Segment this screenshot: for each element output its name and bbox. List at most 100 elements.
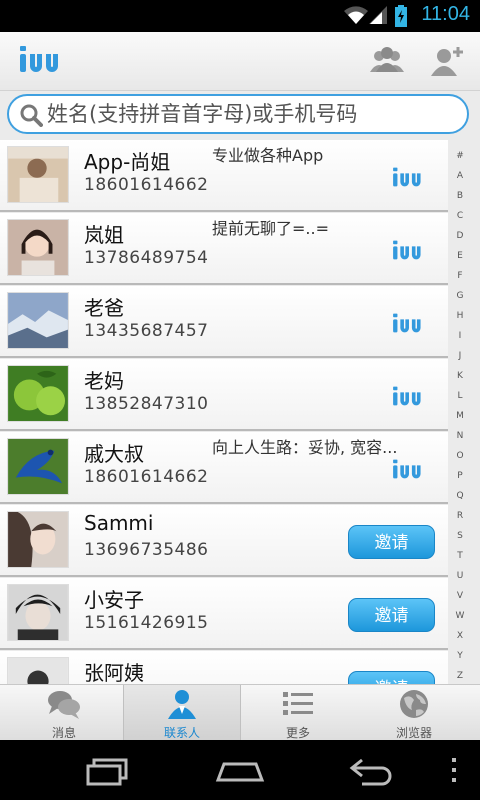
contact-row[interactable]: 小安子 15161426915 邀请 <box>0 578 448 650</box>
tab-label: 消息 <box>51 726 76 740</box>
index-letter[interactable]: B <box>450 191 470 201</box>
tab-more[interactable]: 更多 <box>240 685 356 740</box>
contact-name: 小安子 <box>84 588 144 612</box>
index-letter[interactable]: Q <box>450 491 470 501</box>
contact-row[interactable]: 老爸 13435687457 <box>0 286 448 358</box>
contact-row[interactable]: 老妈 13852847310 <box>0 359 448 431</box>
globe-icon <box>400 690 428 718</box>
iuu-user-icon <box>393 240 421 260</box>
invite-button[interactable]: 邀请 <box>348 525 435 559</box>
avatar <box>7 511 69 568</box>
index-letter[interactable]: Z <box>450 671 470 681</box>
invite-button[interactable]: 邀请 <box>348 671 435 684</box>
avatar <box>7 292 69 349</box>
index-letter[interactable]: Y <box>450 651 470 661</box>
overflow-menu-icon[interactable] <box>448 754 460 786</box>
index-letter[interactable]: W <box>450 611 470 621</box>
contact-phone: 18601614662 <box>84 467 209 487</box>
index-letter[interactable]: # <box>450 151 470 161</box>
index-letter[interactable]: D <box>450 231 470 241</box>
contact-name: 老爸 <box>84 296 124 320</box>
index-letter[interactable]: A <box>450 171 470 181</box>
avatar <box>7 219 69 276</box>
tab-label: 更多 <box>285 726 310 740</box>
index-letter[interactable]: V <box>450 591 470 601</box>
index-letter[interactable]: E <box>450 251 470 261</box>
contact-row[interactable]: Sammi 13696735486 邀请 <box>0 505 448 577</box>
contact-name: 张阿姨 <box>84 661 144 684</box>
back-icon[interactable] <box>348 754 398 786</box>
contact-phone: 18601614662 <box>84 175 209 195</box>
search-bar <box>7 94 469 134</box>
tab-contacts[interactable]: 联系人 <box>123 685 241 740</box>
contact-name: 岚姐 <box>84 223 124 247</box>
tab-messages[interactable]: 消息 <box>6 685 122 740</box>
tab-browser[interactable]: 浏览器 <box>356 685 472 740</box>
app-header <box>0 32 480 91</box>
index-letter[interactable]: U <box>450 571 470 581</box>
contact-status: 提前无聊了=..= <box>212 219 329 238</box>
index-letter[interactable]: P <box>450 471 470 481</box>
tab-label: 浏览器 <box>395 726 432 740</box>
contact-name: App-尚姐 <box>84 150 171 174</box>
home-icon[interactable] <box>214 754 266 786</box>
contact-row[interactable]: 戚大叔 18601614662 向上人生路：妥协, 宽容... <box>0 432 448 504</box>
index-letter[interactable]: N <box>450 431 470 441</box>
avatar <box>7 584 69 641</box>
invite-button[interactable]: 邀请 <box>348 598 435 632</box>
index-letter[interactable]: H <box>450 311 470 321</box>
avatar <box>7 365 69 422</box>
contact-phone: 13852847310 <box>84 394 209 414</box>
contact-phone: 13696735486 <box>84 540 209 560</box>
tab-label: 联系人 <box>163 726 200 740</box>
signal-icon <box>369 6 387 24</box>
add-contact-icon[interactable] <box>428 40 468 80</box>
system-nav-bar <box>0 740 480 800</box>
iuu-logo <box>20 46 58 72</box>
iuu-user-icon <box>393 313 421 333</box>
index-letter[interactable]: G <box>450 291 470 301</box>
alphabet-index[interactable]: # A B C D E F G H I J K L M N O P Q R S … <box>450 146 470 686</box>
chat-bubbles-icon <box>48 691 80 719</box>
avatar <box>7 438 69 495</box>
avatar <box>7 146 69 203</box>
index-letter[interactable]: F <box>450 271 470 281</box>
search-input[interactable] <box>47 100 457 128</box>
recent-apps-icon[interactable] <box>84 754 132 786</box>
wifi-icon <box>344 6 368 24</box>
contact-phone: 13435687457 <box>84 321 209 341</box>
index-letter[interactable]: T <box>450 551 470 561</box>
group-icon[interactable] <box>367 40 407 80</box>
contact-phone: 13786489754 <box>84 248 209 268</box>
bottom-tab-bar: 消息 联系人 更多 浏览器 <box>0 684 480 740</box>
list-icon <box>283 692 313 715</box>
index-letter[interactable]: M <box>450 411 470 421</box>
avatar <box>7 657 69 684</box>
index-letter[interactable]: L <box>450 391 470 401</box>
index-letter[interactable]: I <box>450 331 470 341</box>
status-time: 11:04 <box>421 3 470 25</box>
contact-name: 戚大叔 <box>84 442 144 466</box>
status-bar: 11:04 <box>0 0 480 32</box>
index-letter[interactable]: O <box>450 451 470 461</box>
index-letter[interactable]: X <box>450 631 470 641</box>
index-letter[interactable]: R <box>450 511 470 521</box>
search-icon <box>20 104 43 127</box>
contact-row[interactable]: App-尚姐 18601614662 专业做各种App <box>0 140 448 212</box>
contact-name: Sammi <box>84 511 154 535</box>
contact-row[interactable]: 张阿姨 邀请 <box>0 651 448 684</box>
person-icon <box>168 690 196 719</box>
contact-list: App-尚姐 18601614662 专业做各种App 岚姐 137864897… <box>0 140 448 684</box>
battery-icon <box>395 5 407 27</box>
index-letter[interactable]: K <box>450 371 470 381</box>
contact-row[interactable]: 岚姐 13786489754 提前无聊了=..= <box>0 213 448 285</box>
iuu-user-icon <box>393 167 421 187</box>
contact-status: 向上人生路：妥协, 宽容... <box>212 438 398 457</box>
contact-name: 老妈 <box>84 369 124 393</box>
iuu-user-icon <box>393 386 421 406</box>
index-letter[interactable]: S <box>450 531 470 541</box>
index-letter[interactable]: C <box>450 211 470 221</box>
iuu-user-icon <box>393 459 421 479</box>
index-letter[interactable]: J <box>450 351 470 361</box>
contact-status: 专业做各种App <box>212 146 324 165</box>
